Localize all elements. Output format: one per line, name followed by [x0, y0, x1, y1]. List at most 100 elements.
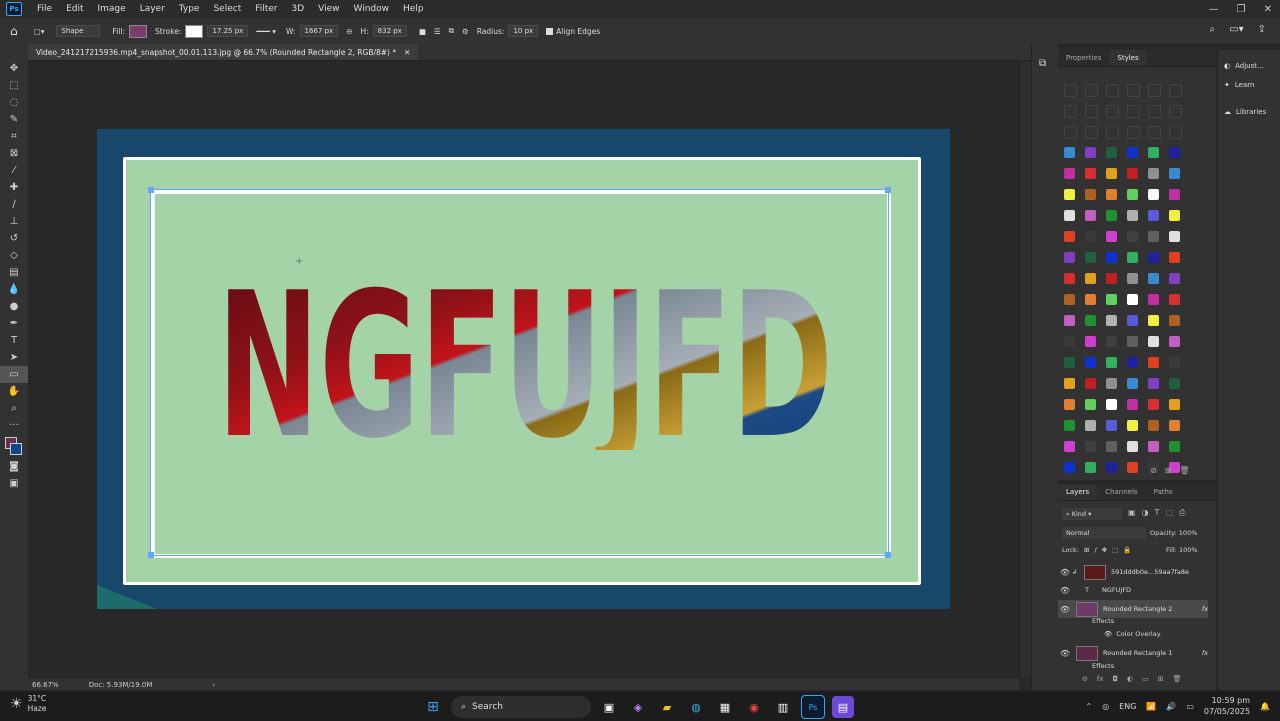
style-swatch[interactable] [1127, 462, 1138, 473]
style-swatch[interactable] [1169, 378, 1180, 389]
style-swatch[interactable] [1169, 231, 1180, 242]
chevron-up-icon[interactable]: ⌃ [1085, 702, 1092, 711]
visibility-eye-icon[interactable]: 👁 [1058, 605, 1072, 614]
quick-mask-icon[interactable]: ◙ [0, 458, 28, 475]
status-arrow-icon[interactable]: › [212, 681, 215, 689]
lock-transparent-icon[interactable]: ⊞ [1084, 546, 1089, 554]
menu-3d[interactable]: 3D [285, 4, 312, 14]
style-swatch[interactable] [1106, 336, 1117, 347]
lock-artboard-icon[interactable]: ⬚ [1112, 546, 1118, 554]
style-swatch[interactable] [1169, 189, 1180, 200]
path-alignment-icon[interactable]: ☰ [434, 27, 441, 36]
color-swatches-icon[interactable] [0, 434, 28, 458]
height-input[interactable]: 832 px [372, 25, 407, 37]
fx-icon[interactable]: fx [1202, 649, 1208, 657]
style-swatch[interactable] [1127, 399, 1138, 410]
style-swatch[interactable] [1085, 273, 1096, 284]
style-swatch[interactable] [1148, 126, 1161, 139]
workspace-icon[interactable]: ▭▾ [1229, 24, 1243, 35]
style-swatch[interactable] [1106, 252, 1117, 263]
screen-mode-icon[interactable]: ▣ [0, 475, 28, 492]
style-swatch[interactable] [1169, 147, 1180, 158]
style-swatch[interactable] [1127, 315, 1138, 326]
tray-app-icon[interactable]: ◎ [1102, 702, 1109, 711]
style-swatch[interactable] [1148, 210, 1159, 221]
style-swatch[interactable] [1127, 189, 1138, 200]
style-swatch[interactable] [1127, 231, 1138, 242]
stroke-width-input[interactable]: 17.25 px [207, 25, 249, 37]
wifi-icon[interactable]: 📶 [1146, 702, 1156, 711]
style-swatch[interactable] [1148, 105, 1161, 118]
style-swatch[interactable] [1169, 294, 1180, 305]
style-swatch[interactable] [1064, 168, 1075, 179]
style-swatch[interactable] [1106, 273, 1117, 284]
mode-select[interactable]: Shape [56, 25, 101, 37]
menu-edit[interactable]: Edit [59, 4, 90, 14]
style-swatch[interactable] [1127, 357, 1138, 368]
lock-all-icon[interactable]: 🔒 [1123, 546, 1131, 554]
style-swatch[interactable] [1085, 189, 1096, 200]
style-swatch[interactable] [1127, 252, 1138, 263]
path-select-tool-icon[interactable]: ➤ [0, 349, 28, 366]
delete-layer-icon[interactable]: 🗑 [1173, 675, 1182, 683]
link-layers-icon[interactable]: ⊖ [1082, 675, 1088, 683]
lock-pixels-icon[interactable]: ∕ [1094, 546, 1096, 554]
style-swatch[interactable] [1064, 357, 1075, 368]
notification-icon[interactable]: 🔔 [1260, 702, 1270, 711]
pen-tool-icon[interactable]: ✒ [0, 315, 28, 332]
style-swatch[interactable] [1085, 105, 1098, 118]
style-swatch[interactable] [1127, 147, 1138, 158]
style-swatch[interactable] [1106, 147, 1117, 158]
style-swatch[interactable] [1106, 210, 1117, 221]
style-swatch[interactable] [1085, 210, 1096, 221]
dodge-tool-icon[interactable]: ● [0, 298, 28, 315]
gear-icon[interactable]: ⚙ [462, 27, 469, 36]
style-swatch[interactable] [1169, 336, 1180, 347]
style-swatch[interactable] [1085, 231, 1096, 242]
style-swatch[interactable] [1064, 252, 1075, 263]
adjustment-filter-icon[interactable]: ◑ [1142, 508, 1149, 518]
crop-tool-icon[interactable]: ⌗ [0, 128, 28, 145]
visibility-eye-icon[interactable]: 👁 [1058, 568, 1072, 577]
add-mask-icon[interactable]: ◘ [1112, 675, 1118, 683]
new-group-icon[interactable]: ▭ [1142, 675, 1149, 683]
zoom-level[interactable]: 66.67% [32, 681, 59, 689]
style-swatch[interactable] [1064, 420, 1075, 431]
volume-icon[interactable]: 🔊 [1166, 702, 1176, 711]
app-icon[interactable]: ▤ [832, 696, 854, 718]
style-swatch[interactable] [1106, 168, 1117, 179]
menu-window[interactable]: Window [347, 4, 397, 14]
style-swatch[interactable] [1169, 105, 1182, 118]
style-swatch[interactable] [1148, 420, 1159, 431]
style-swatch[interactable] [1169, 315, 1180, 326]
fx-icon[interactable]: fx [1202, 605, 1208, 613]
close-tab-icon[interactable]: ✕ [404, 48, 410, 57]
style-swatch[interactable] [1106, 231, 1117, 242]
style-swatch[interactable] [1085, 441, 1096, 452]
style-swatch[interactable] [1127, 441, 1138, 452]
style-swatch[interactable] [1085, 126, 1098, 139]
style-swatch[interactable] [1127, 378, 1138, 389]
style-swatch[interactable] [1064, 126, 1077, 139]
opacity-input[interactable]: 100% [1179, 529, 1198, 537]
menu-filter[interactable]: Filter [248, 4, 284, 14]
lock-position-icon[interactable]: ✥ [1102, 546, 1107, 554]
home-icon[interactable]: ⌂ [10, 24, 18, 38]
style-swatch[interactable] [1127, 126, 1140, 139]
style-swatch[interactable] [1064, 273, 1075, 284]
style-swatch[interactable] [1085, 147, 1096, 158]
style-swatch[interactable] [1148, 147, 1159, 158]
style-swatch[interactable] [1127, 273, 1138, 284]
style-swatch[interactable] [1169, 420, 1180, 431]
style-swatch[interactable] [1106, 462, 1117, 473]
effects-row[interactable]: Effects [1058, 660, 1242, 672]
style-swatch[interactable] [1148, 252, 1159, 263]
type-filter-icon[interactable]: T [1155, 508, 1160, 518]
calendar-app-icon[interactable]: ▥ [772, 696, 794, 718]
style-swatch[interactable] [1064, 462, 1075, 473]
tab-channels[interactable]: Channels [1097, 484, 1145, 500]
style-swatch[interactable] [1127, 336, 1138, 347]
shape-filter-icon[interactable]: ⬚ [1165, 508, 1173, 518]
history-brush-icon[interactable]: ↺ [0, 230, 28, 247]
task-view-icon[interactable]: ▣ [598, 696, 620, 718]
